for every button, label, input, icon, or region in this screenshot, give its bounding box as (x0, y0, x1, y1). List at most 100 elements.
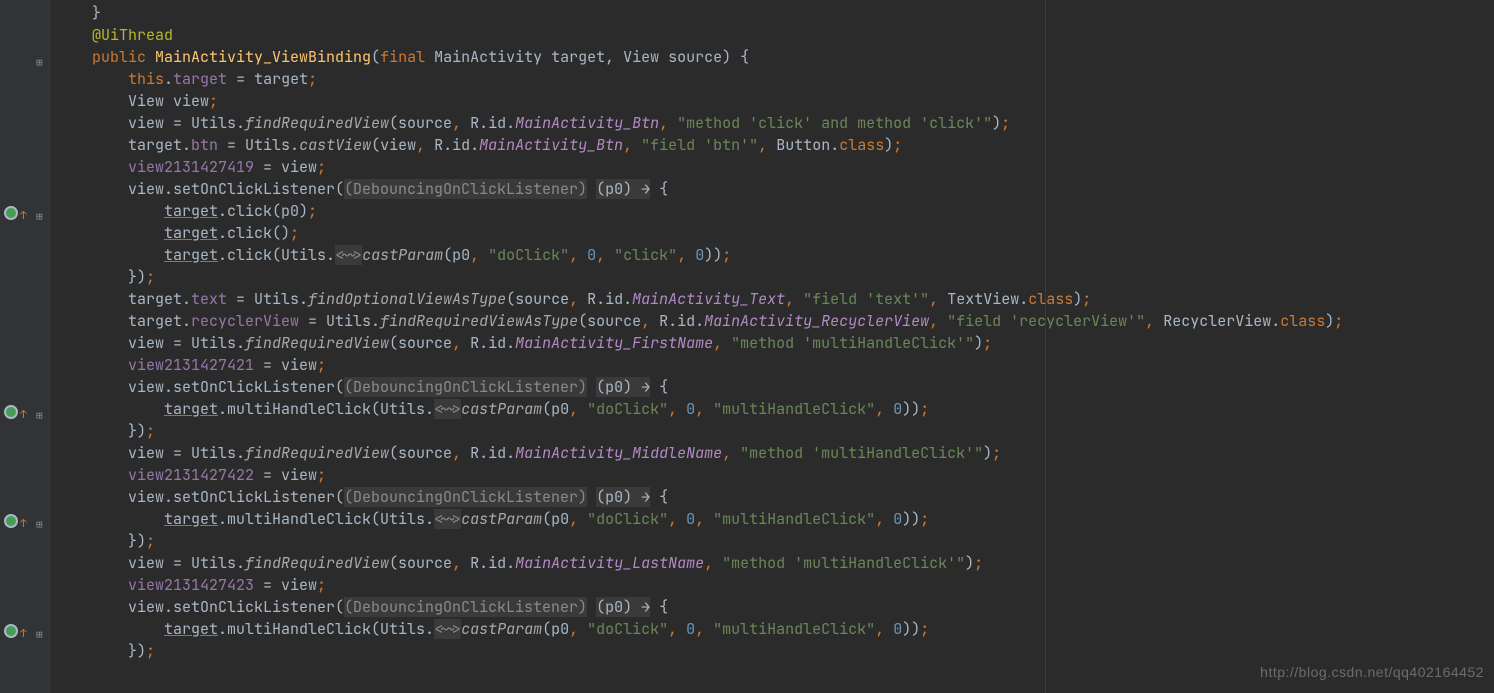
code-line[interactable]: view.setOnClickListener((DebouncingOnCli… (56, 376, 1494, 398)
code-token (587, 179, 596, 199)
code-line[interactable]: view2131427422 = view; (56, 464, 1494, 486)
code-line[interactable]: view = Utils.findRequiredView(source, R.… (56, 112, 1494, 134)
code-token: (DebouncingOnClickListener) (344, 487, 587, 507)
override-marker-icon[interactable] (4, 206, 18, 220)
code-line[interactable]: target.multiHandleClick(Utils.<~>castPar… (56, 618, 1494, 640)
code-line[interactable]: view2131427421 = view; (56, 354, 1494, 376)
code-token: )) (902, 509, 920, 529)
code-token: text (191, 289, 227, 309)
code-line[interactable]: }); (56, 420, 1494, 442)
code-line[interactable]: target.click(); (56, 222, 1494, 244)
arrow-up-icon: ↑ (20, 513, 27, 535)
code-token: R.id. (470, 553, 515, 573)
code-token: "field 'text'" (803, 289, 929, 309)
code-token: , (659, 113, 677, 133)
code-token: view2131427423 (128, 575, 254, 595)
code-line[interactable]: target.multiHandleClick(Utils.<~>castPar… (56, 508, 1494, 530)
code-line[interactable]: target.recyclerView = Utils.findRequired… (56, 310, 1494, 332)
code-line[interactable]: target.click(p0); (56, 200, 1494, 222)
code-token: , (569, 399, 587, 419)
code-line[interactable]: @UiThread (56, 24, 1494, 46)
code-token: ) (1325, 311, 1334, 331)
code-token: (p0) → (596, 179, 650, 199)
fold-expand-icon[interactable]: ⊞ (36, 206, 43, 228)
fold-expand-icon[interactable]: ⊞ (36, 624, 43, 646)
fold-expand-icon[interactable]: ⊞ (36, 405, 43, 427)
code-token: findRequiredView (245, 113, 389, 133)
code-line[interactable]: target.btn = Utils.castView(view, R.id.M… (56, 134, 1494, 156)
code-line[interactable]: public MainActivity_ViewBinding(final Ma… (56, 46, 1494, 68)
code-token: findRequiredView (245, 333, 389, 353)
code-line[interactable]: view.setOnClickListener((DebouncingOnCli… (56, 178, 1494, 200)
code-token: = view (254, 157, 317, 177)
code-token: view.setOnClickListener( (128, 179, 344, 199)
code-token: , (875, 509, 893, 529)
code-line[interactable]: view2131427419 = view; (56, 156, 1494, 178)
code-token: view2131427421 (128, 355, 254, 375)
code-line[interactable]: } (56, 2, 1494, 24)
code-token: ; (992, 443, 1001, 463)
code-token: ; (920, 399, 929, 419)
code-token: MainActivity_ViewBinding (155, 47, 371, 67)
code-token: , (569, 289, 587, 309)
code-token: , (452, 553, 470, 573)
code-line[interactable]: target.text = Utils.findOptionalViewAsTy… (56, 288, 1494, 310)
code-line[interactable]: target.multiHandleClick(Utils.<~>castPar… (56, 398, 1494, 420)
override-marker-icon[interactable] (4, 514, 18, 528)
code-token: castParam (461, 509, 542, 529)
fold-expand-icon[interactable]: ⊞ (36, 52, 43, 74)
code-token: "doClick" (587, 619, 668, 639)
fold-expand-icon[interactable]: ⊞ (36, 514, 43, 536)
code-token: ; (317, 355, 326, 375)
code-token: { (650, 377, 668, 397)
code-token: )) (902, 619, 920, 639)
code-token: "multiHandleClick" (713, 399, 875, 419)
code-token: <~> (434, 509, 461, 529)
code-line[interactable]: view = Utils.findRequiredView(source, R.… (56, 442, 1494, 464)
code-token: castView (299, 135, 371, 155)
override-marker-icon[interactable] (4, 405, 18, 419)
code-token: ; (146, 421, 155, 441)
code-line[interactable]: target.click(Utils.<~>castParam(p0, "doC… (56, 244, 1494, 266)
code-token: R.id. (659, 311, 704, 331)
code-line[interactable]: this.target = target; (56, 68, 1494, 90)
code-token: view = Utils. (128, 333, 245, 353)
code-token: "field 'recyclerView'" (947, 311, 1145, 331)
code-token: ) (1073, 289, 1082, 309)
code-token: btn (191, 135, 218, 155)
code-token: , (704, 553, 722, 573)
code-line[interactable]: View view; (56, 90, 1494, 112)
code-token: TextView. (947, 289, 1028, 309)
code-line[interactable]: view = Utils.findRequiredView(source, R.… (56, 332, 1494, 354)
code-line[interactable]: view2131427423 = view; (56, 574, 1494, 596)
code-token: 0 (686, 399, 695, 419)
code-token: (p0) → (596, 597, 650, 617)
code-token: target (164, 509, 218, 529)
code-line[interactable]: }); (56, 640, 1494, 662)
code-token: view.setOnClickListener( (128, 377, 344, 397)
code-token: target (164, 399, 218, 419)
code-token: , (596, 245, 614, 265)
code-token: R.id. (587, 289, 632, 309)
override-marker-icon[interactable] (4, 624, 18, 638)
code-line[interactable]: view.setOnClickListener((DebouncingOnCli… (56, 596, 1494, 618)
code-editor[interactable]: } @UiThread public MainActivity_ViewBind… (56, 0, 1494, 693)
code-token: }) (128, 531, 146, 551)
code-token: . (164, 69, 173, 89)
code-token: R.id. (434, 135, 479, 155)
code-token: }) (128, 421, 146, 441)
code-token: MainActivity target (434, 47, 605, 67)
code-token: view = Utils. (128, 113, 245, 133)
code-token: (source (389, 443, 452, 463)
code-line[interactable]: }); (56, 530, 1494, 552)
code-token: "click" (614, 245, 677, 265)
code-token: View view (128, 91, 209, 111)
code-line[interactable]: view.setOnClickListener((DebouncingOnCli… (56, 486, 1494, 508)
code-line[interactable]: }); (56, 266, 1494, 288)
code-token: view = Utils. (128, 443, 245, 463)
code-token: (p0) → (596, 377, 650, 397)
code-token: R.id. (470, 113, 515, 133)
code-line[interactable]: view = Utils.findRequiredView(source, R.… (56, 552, 1494, 574)
code-token: , (668, 619, 686, 639)
code-token: (p0 (542, 509, 569, 529)
